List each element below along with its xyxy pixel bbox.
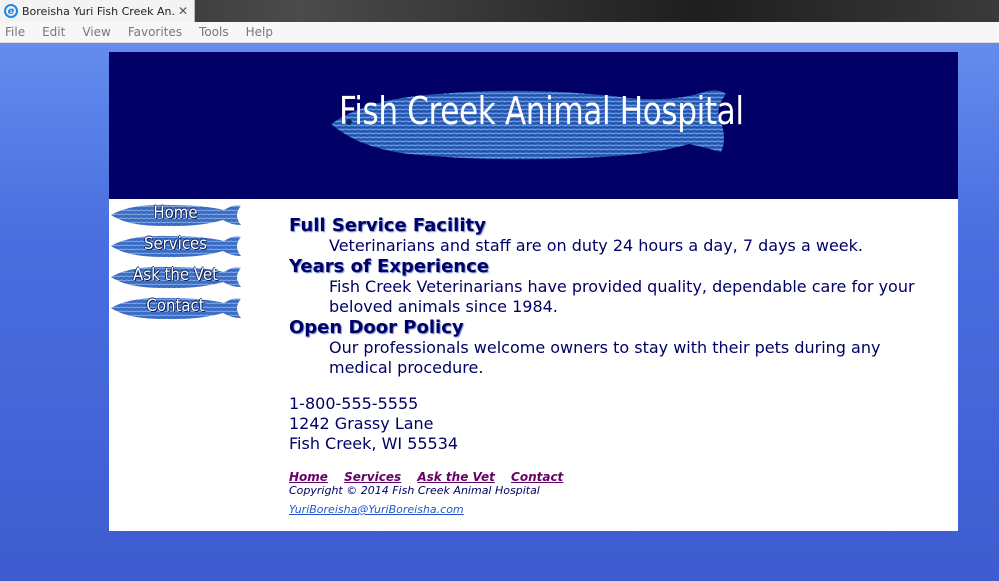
menu-view[interactable]: View <box>82 25 110 39</box>
street-address: 1242 Grassy Lane <box>289 414 434 433</box>
nav-ask-the-vet-label: Ask the Vet <box>133 265 218 285</box>
browser-tab[interactable]: e Boreisha Yuri Fish Creek An... ✕ <box>0 0 195 22</box>
phone-number: 1-800-555-5555 <box>289 394 419 413</box>
site-title: Fish Creek Animal Hospital <box>339 89 744 133</box>
nav-contact-button[interactable]: Contact <box>109 294 242 323</box>
sidebar-nav: Home Services Ask the Vet Contact <box>109 201 244 325</box>
menu-bar: File Edit View Favorites Tools Help <box>0 22 999 43</box>
footer-link-home[interactable]: Home <box>289 470 328 484</box>
section-heading: Years of Experience <box>289 256 490 277</box>
nav-home-label: Home <box>153 203 198 223</box>
browser-titlebar: e Boreisha Yuri Fish Creek An... ✕ <box>0 0 999 22</box>
footer-nav: Home Services Ask the Vet Contact <box>289 470 689 484</box>
nav-services-label: Services <box>143 234 208 254</box>
email-link[interactable]: YuriBoreisha@YuriBoreisha.com <box>289 503 464 516</box>
section-text: Our professionals welcome owners to stay… <box>329 338 881 377</box>
contact-address: 1-800-555-5555 1242 Grassy Lane Fish Cre… <box>289 394 939 454</box>
nav-services-button[interactable]: Services <box>109 232 242 261</box>
menu-tools[interactable]: Tools <box>199 25 229 39</box>
footer-link-ask-the-vet[interactable]: Ask the Vet <box>417 470 494 484</box>
nav-ask-the-vet-button[interactable]: Ask the Vet <box>109 263 242 292</box>
header-banner: Fish Creek Animal Hospital <box>109 52 958 199</box>
menu-favorites[interactable]: Favorites <box>128 25 182 39</box>
main-content: Full Service Facility Veterinarians and … <box>289 215 939 454</box>
section-text: Veterinarians and staff are on duty 24 h… <box>329 236 863 255</box>
city-address: Fish Creek, WI 55534 <box>289 434 459 453</box>
nav-contact-label: Contact <box>146 296 205 316</box>
footer-link-services[interactable]: Services <box>344 470 401 484</box>
menu-file[interactable]: File <box>5 25 25 39</box>
internet-explorer-icon: e <box>4 4 18 18</box>
tab-title: Boreisha Yuri Fish Creek An... <box>22 4 176 18</box>
tab-close-icon[interactable]: ✕ <box>176 4 190 18</box>
footer-link-contact[interactable]: Contact <box>511 470 563 484</box>
menu-help[interactable]: Help <box>246 25 273 39</box>
section-text: Fish Creek Veterinarians have provided q… <box>329 277 915 316</box>
section-heading: Open Door Policy <box>289 317 464 338</box>
section-heading: Full Service Facility <box>289 215 486 236</box>
copyright-text: Copyright © 2014 Fish Creek Animal Hospi… <box>289 484 540 497</box>
nav-home-button[interactable]: Home <box>109 201 242 230</box>
page-container: Fish Creek Animal Hospital Home Services… <box>109 52 958 531</box>
footer: Home Services Ask the Vet Contact Copyri… <box>289 470 689 517</box>
menu-edit[interactable]: Edit <box>42 25 65 39</box>
